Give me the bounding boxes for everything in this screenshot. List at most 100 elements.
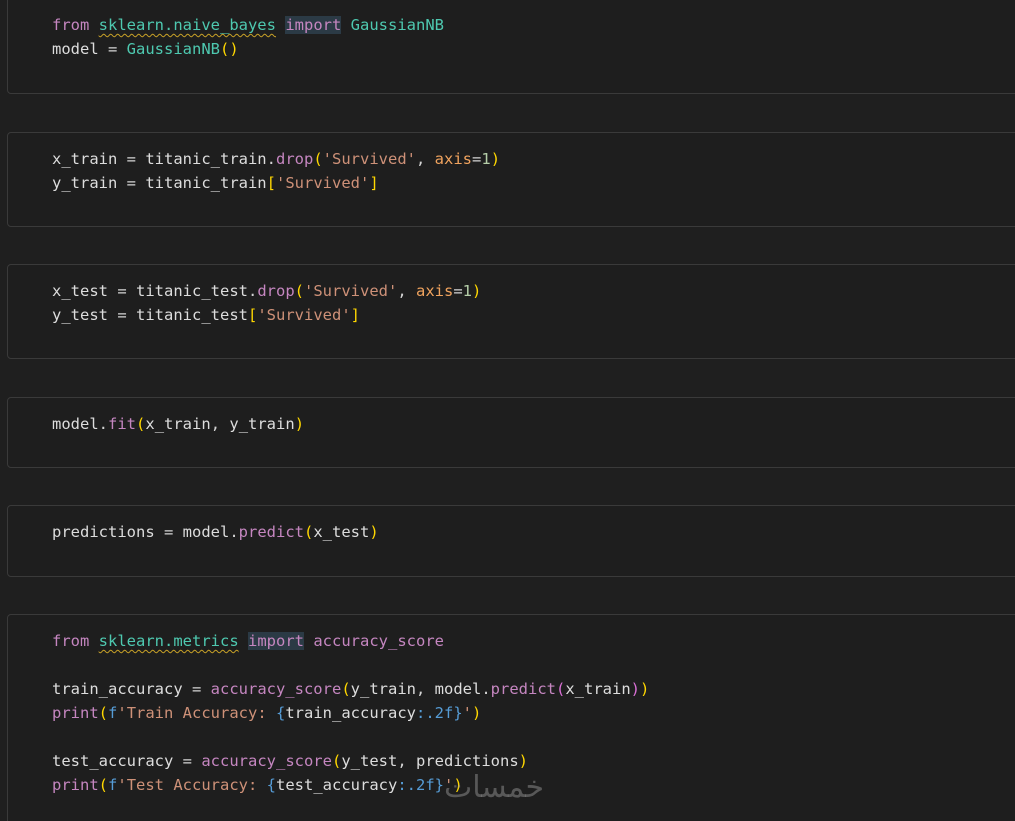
- code-token: print: [52, 704, 99, 722]
- cell-model-fit[interactable]: model.fit(x_train, y_train): [7, 397, 1015, 468]
- code-token: ]: [350, 306, 360, 324]
- code-token: =: [453, 282, 463, 300]
- code-token: import: [285, 16, 342, 34]
- cell-test-split[interactable]: x_test = titanic_test.drop('Survived', a…: [7, 264, 1015, 359]
- watermark-logo: خمسات: [444, 770, 545, 805]
- code-token: (: [331, 752, 342, 770]
- code-token: predictions: [52, 523, 155, 541]
- code-token: print: [52, 776, 99, 794]
- code-editor[interactable]: from sklearn.naive_bayes import Gaussian…: [52, 13, 444, 61]
- code-token: ): [490, 150, 501, 168]
- code-token: ]: [369, 174, 379, 192]
- code-token: test_accuracy: [276, 776, 398, 794]
- code-token: {: [266, 776, 277, 794]
- code-editor[interactable]: x_test = titanic_test.drop('Survived', a…: [52, 279, 481, 327]
- code-token: ': [462, 704, 473, 722]
- code-token: train_accuracy: [285, 704, 416, 722]
- code-token: model: [52, 40, 99, 58]
- code-token: =: [117, 150, 146, 168]
- code-token: ,: [416, 150, 435, 168]
- code-token: =: [117, 174, 146, 192]
- code-line: x_train = titanic_train.drop('Survived',…: [52, 147, 500, 171]
- code-editor[interactable]: predictions = model.predict(x_test): [52, 520, 379, 544]
- code-line: train_accuracy = accuracy_score(y_train,…: [52, 677, 649, 701]
- code-token: predict: [490, 680, 556, 698]
- code-token: ,: [397, 752, 416, 770]
- code-token: f: [108, 704, 118, 722]
- code-token: x_test: [313, 523, 370, 541]
- code-line: y_test = titanic_test['Survived']: [52, 303, 481, 327]
- code-token: GaussianNB: [350, 16, 444, 34]
- code-token: sklearn.metrics: [98, 632, 239, 650]
- code-token: (: [136, 415, 146, 433]
- code-token: predict: [238, 523, 304, 541]
- code-line: model = GaussianNB(): [52, 37, 444, 61]
- code-token: titanic_test: [136, 282, 248, 300]
- code-token: ): [640, 680, 650, 698]
- code-line: test_accuracy = accuracy_score(y_test, p…: [52, 749, 649, 773]
- code-token: 'Survived': [322, 150, 416, 168]
- code-token: f: [108, 776, 118, 794]
- code-token: (: [304, 523, 314, 541]
- code-token: GaussianNB: [126, 40, 220, 58]
- code-token: ): [630, 680, 641, 698]
- cell-predict[interactable]: predictions = model.predict(x_test): [7, 505, 1015, 577]
- code-token: .: [247, 282, 258, 300]
- code-token: 'Survived': [304, 282, 398, 300]
- code-token: ,: [397, 282, 416, 300]
- code-line: print(f'Test Accuracy: {test_accuracy:.2…: [52, 773, 649, 797]
- code-token: ): [294, 415, 305, 433]
- code-line: y_train = titanic_train['Survived']: [52, 171, 500, 195]
- code-line: predictions = model.predict(x_test): [52, 520, 379, 544]
- code-token: 'Survived': [276, 174, 370, 192]
- cell-train-split[interactable]: x_train = titanic_train.drop('Survived',…: [7, 132, 1015, 227]
- code-token: [: [247, 306, 258, 324]
- code-token: :.2f}: [416, 704, 463, 722]
- code-token: =: [472, 150, 482, 168]
- code-token: fit: [108, 415, 137, 433]
- code-token: axis: [416, 282, 454, 300]
- code-token: from: [52, 632, 90, 650]
- code-editor[interactable]: model.fit(x_train, y_train): [52, 412, 304, 436]
- code-token: sklearn.naive_bayes: [98, 16, 276, 34]
- code-line: model.fit(x_train, y_train): [52, 412, 304, 436]
- cell-import-gaussiannb[interactable]: from sklearn.naive_bayes import Gaussian…: [7, 0, 1015, 94]
- code-token: y_train: [52, 174, 118, 192]
- code-token: :.2f}: [397, 776, 445, 794]
- code-token: y_train: [350, 680, 416, 698]
- code-editor[interactable]: from sklearn.metrics import accuracy_sco…: [52, 629, 649, 797]
- code-token: [: [266, 174, 276, 192]
- code-token: x_test: [52, 282, 108, 300]
- code-token: accuracy_score: [210, 680, 342, 698]
- code-token: y_train: [229, 415, 295, 433]
- code-token: (: [294, 282, 304, 300]
- code-token: (: [556, 680, 566, 698]
- code-token: =: [154, 523, 183, 541]
- code-token: =: [182, 680, 211, 698]
- code-token: ): [518, 752, 528, 770]
- code-token: predictions: [416, 752, 519, 770]
- code-token: accuracy_score: [201, 752, 332, 770]
- code-token: =: [98, 40, 127, 58]
- code-token: x_train: [52, 150, 118, 168]
- code-token: =: [108, 282, 136, 300]
- code-token: ,: [415, 680, 435, 698]
- code-editor[interactable]: x_train = titanic_train.drop('Survived',…: [52, 147, 500, 195]
- code-line: from sklearn.naive_bayes import Gaussian…: [52, 13, 444, 37]
- code-token: .: [98, 415, 109, 433]
- code-token: 'Train Accuracy:: [117, 704, 276, 722]
- code-token: x_train: [565, 680, 631, 698]
- code-token: ): [369, 523, 379, 541]
- code-token: model: [434, 680, 482, 698]
- code-token: =: [173, 752, 202, 770]
- code-token: (: [98, 776, 109, 794]
- code-token: ): [472, 282, 482, 300]
- code-token: 'Test Accuracy:: [117, 776, 267, 794]
- code-token: test_accuracy: [52, 752, 174, 770]
